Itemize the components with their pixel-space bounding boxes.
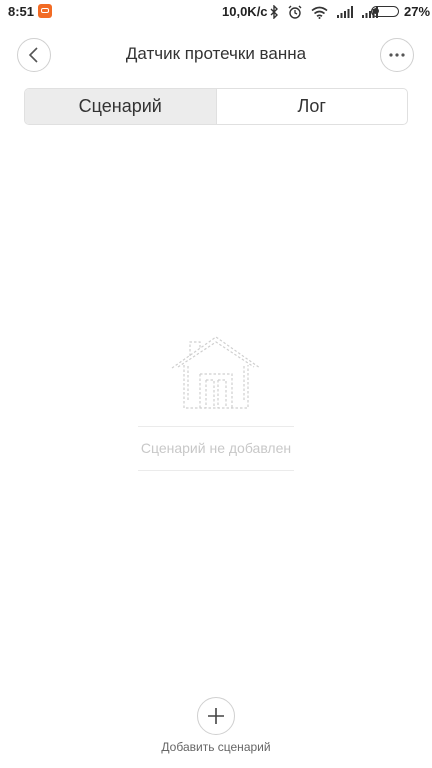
add-scenario-button[interactable] — [197, 697, 235, 735]
status-bar: 8:51 10,0K/c 27% — [0, 0, 432, 24]
back-button[interactable] — [17, 38, 51, 72]
more-button[interactable] — [380, 38, 414, 72]
plus-icon — [208, 708, 224, 724]
house-icon — [171, 336, 261, 409]
page-title: Датчик протечки ванна — [125, 44, 307, 63]
signal-icon — [337, 6, 353, 18]
add-scenario-label[interactable]: Добавить сценарий — [100, 740, 332, 754]
battery-icon — [371, 6, 399, 17]
tab-log[interactable]: Лог — [217, 89, 408, 124]
bluetooth-icon — [270, 5, 278, 19]
network-speed: 10,0K/c — [222, 4, 268, 19]
tab-scenario[interactable]: Сценарий — [25, 89, 217, 124]
tab-bar: Сценарий Лог — [24, 88, 408, 125]
alarm-icon — [288, 5, 302, 19]
chevron-left-icon — [28, 47, 38, 63]
empty-divider-bottom — [138, 470, 294, 471]
status-time: 8:51 — [8, 4, 35, 19]
battery-percent: 27% — [404, 4, 431, 19]
more-dots-icon — [389, 53, 405, 57]
wifi-icon — [311, 6, 328, 19]
app-notification-icon — [38, 4, 52, 18]
header: Датчик протечки ванна — [0, 30, 432, 80]
status-icons — [270, 3, 378, 21]
empty-state-text: Сценарий не добавлен — [140, 440, 292, 456]
empty-divider-top — [138, 426, 294, 427]
